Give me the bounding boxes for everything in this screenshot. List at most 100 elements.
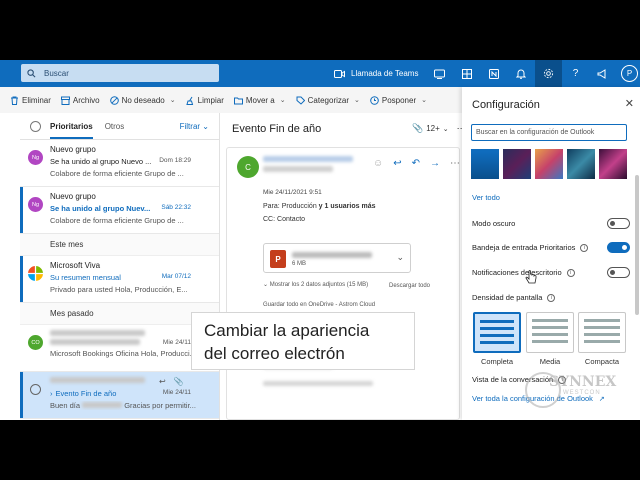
move-label: Mover a	[245, 95, 275, 105]
expand-icon[interactable]: ›	[50, 389, 53, 398]
sender: Nuevo grupo	[50, 192, 96, 201]
watermark-line-1: SYNNEX	[549, 374, 617, 390]
onenote-icon[interactable]	[480, 60, 507, 87]
chevron-down-icon: ⌄	[169, 97, 176, 104]
sender: Microsoft Viva	[50, 261, 101, 270]
message-actions: ☺ ↩ ↶ → ⋯	[373, 158, 460, 169]
see-all-link[interactable]: Ver todo	[472, 193, 500, 202]
video-call-icon	[334, 69, 345, 78]
categorize-button[interactable]: Categorizar ⌄	[296, 96, 360, 105]
cc-value[interactable]: Contacto	[277, 216, 305, 223]
delete-button[interactable]: Eliminar	[10, 96, 51, 105]
block-icon	[109, 95, 119, 105]
subject: Su resumen mensual	[50, 273, 121, 282]
junk-button[interactable]: No deseado ⌄	[109, 95, 176, 105]
theme-thumbnail[interactable]	[535, 149, 563, 179]
chevron-down-icon: ⌄	[354, 97, 360, 104]
top-bar: Buscar Llamada de Teams ? P	[0, 60, 640, 87]
focused-inbox-label: Bandeja de entrada Prioritarios	[472, 243, 576, 252]
density-full-label: Completa	[480, 357, 514, 366]
download-all-link[interactable]: Descargar todo	[389, 283, 430, 289]
tab-other[interactable]: Otros	[105, 122, 125, 131]
chevron-down-icon: ⌄	[421, 97, 427, 104]
list-item[interactable]: Ng Nuevo grupo Se ha unido al grupo Nuev…	[20, 187, 219, 234]
move-button[interactable]: Mover a ⌄	[233, 95, 286, 105]
redacted-sender	[50, 377, 145, 383]
tag-icon	[296, 96, 305, 105]
snooze-button[interactable]: Posponer ⌄	[370, 96, 427, 105]
list-item[interactable]: Ng Nuevo grupo Se ha unido al grupo Nuev…	[20, 140, 219, 187]
chevron-down-icon: ⌄	[442, 125, 449, 133]
caption-line-2: del correo electrón	[204, 344, 345, 363]
select-checkbox[interactable]	[30, 384, 41, 395]
theme-thumbnail[interactable]	[567, 149, 595, 179]
excel-icon[interactable]	[453, 60, 480, 87]
help-icon[interactable]: ?	[562, 60, 589, 87]
microsoft-logo-icon	[28, 266, 43, 281]
bell-icon[interactable]	[507, 60, 534, 87]
show-attachments-link[interactable]: ⌄ Mostrar los 2 datos adjuntos (15 MB)	[263, 281, 368, 288]
cc-label: CC:	[263, 216, 276, 223]
reading-pane: Evento Fin de año 📎 12+ ⌄ ⋯ C ☺ ↩ ↶ → ⋯ …	[222, 113, 466, 420]
save-onedrive-link[interactable]: Guardar todo en OneDrive - Astrom Cloud	[263, 302, 375, 308]
date: Mie 24/11	[162, 389, 191, 396]
info-icon[interactable]: i	[580, 243, 589, 252]
density-medium-label: Media	[539, 357, 561, 366]
list-item[interactable]: CO Mie 24/11 Microsoft Bookings Oficina …	[20, 325, 219, 372]
paperclip-icon: 📎	[173, 377, 184, 386]
filter-button[interactable]: Filtrar ⌄	[180, 122, 209, 131]
search-placeholder: Buscar	[44, 68, 69, 78]
megaphone-icon[interactable]	[589, 60, 616, 87]
meet-now-icon[interactable]	[426, 60, 453, 87]
info-icon[interactable]: i	[566, 268, 575, 277]
list-item[interactable]: Microsoft Viva Su resumen mensual Mar 07/…	[20, 256, 219, 303]
preview: Privado para usted Hola, Producción, E..…	[50, 285, 188, 294]
settings-scrollbar[interactable]	[635, 175, 639, 315]
teams-call-button[interactable]: Llamada de Teams	[334, 60, 418, 87]
forward-icon[interactable]: →	[430, 158, 440, 169]
focused-inbox-toggle[interactable]	[607, 242, 630, 253]
theme-thumbnail[interactable]	[471, 149, 499, 179]
tab-focused[interactable]: Prioritarios	[50, 122, 93, 139]
more-icon[interactable]: ⋯	[450, 158, 460, 169]
search-box[interactable]: Buscar	[21, 64, 219, 82]
subject: Se ha unido al grupo Nuevo ...	[50, 157, 152, 166]
desktop-notifications-label: Notificaciones de escritorio	[472, 268, 562, 277]
density-medium-option[interactable]	[526, 312, 574, 353]
select-all-checkbox[interactable]	[30, 120, 41, 132]
to-more[interactable]: y 1 usuarios más	[319, 203, 376, 210]
archive-button[interactable]: Archivo	[60, 96, 100, 105]
theme-thumbnails	[471, 149, 631, 179]
sweep-button[interactable]: Limpiar	[185, 96, 224, 105]
dark-mode-label: Modo oscuro	[472, 219, 516, 228]
list-item-selected[interactable]: ↩ 📎 › Evento Fin de año Mie 24/11 Buen día …	[20, 372, 219, 419]
folder-move-icon	[233, 97, 243, 104]
dark-mode-toggle[interactable]	[607, 218, 630, 229]
command-bar: Eliminar Archivo No deseado ⌄ Limpiar Mo…	[0, 87, 462, 113]
to-value[interactable]: Producción	[282, 203, 317, 210]
section-header: Mes pasado	[20, 303, 219, 325]
theme-thumbnail[interactable]	[599, 149, 627, 179]
density-compact-option[interactable]	[578, 312, 626, 353]
chevron-down-icon[interactable]: ⌄	[396, 252, 404, 263]
density-full-option[interactable]	[473, 312, 521, 353]
subject: Evento Fin de año	[55, 389, 117, 398]
attachment-count[interactable]: 📎 12+ ⌄ ⋯	[412, 123, 466, 134]
attachment-card[interactable]: P 6 MB ⌄	[263, 243, 411, 273]
reply-icon[interactable]: ↩	[393, 158, 401, 169]
filter-label: Filtrar	[179, 121, 201, 131]
settings-search-input[interactable]: Buscar en la configuración de Outlook	[471, 124, 627, 141]
smile-icon[interactable]: ☺	[373, 158, 383, 169]
close-icon[interactable]: ✕	[625, 97, 634, 110]
sender: Nuevo grupo	[50, 145, 96, 154]
reply-all-icon[interactable]: ↶	[412, 158, 420, 169]
junk-label: No deseado	[121, 95, 165, 105]
desktop-notifications-toggle[interactable]	[607, 267, 630, 278]
count-label: 12+	[426, 124, 440, 133]
info-icon[interactable]: i	[547, 293, 556, 302]
sender-name	[263, 156, 353, 164]
categorize-label: Categorizar	[307, 95, 349, 105]
avatar[interactable]: P	[621, 65, 638, 82]
gear-icon[interactable]	[535, 60, 562, 87]
theme-thumbnail[interactable]	[503, 149, 531, 179]
